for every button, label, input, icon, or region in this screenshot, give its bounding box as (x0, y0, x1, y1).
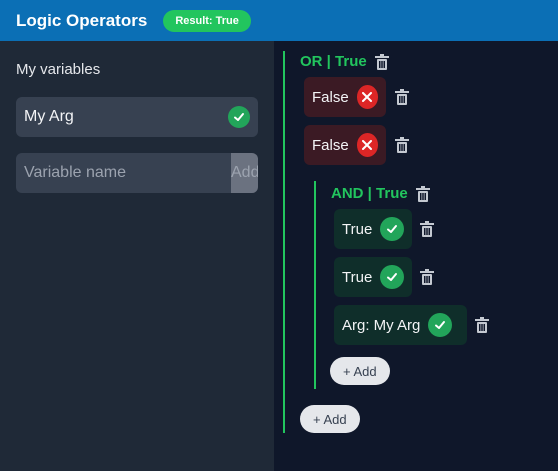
app-header: Logic Operators Result: True (0, 0, 558, 41)
and-group-label: AND | True (331, 185, 408, 202)
trash-icon[interactable] (415, 185, 430, 202)
condition-false[interactable]: False (304, 125, 386, 165)
sidebar-heading: My variables (16, 61, 101, 78)
condition-true[interactable]: True (334, 257, 412, 297)
add-variable-button[interactable]: Add (231, 153, 258, 193)
x-icon[interactable] (356, 133, 378, 157)
variable-name-input[interactable] (16, 153, 231, 193)
condition-label: False (312, 136, 349, 154)
condition-label: True (342, 220, 373, 238)
or-group-header: OR | True (300, 53, 389, 70)
or-group-label: OR | True (300, 53, 367, 70)
condition-label: False (312, 88, 349, 106)
check-icon[interactable] (380, 217, 404, 241)
x-icon[interactable] (356, 85, 378, 109)
add-variable-form: Add (16, 153, 258, 193)
condition-true[interactable]: True (334, 209, 412, 249)
logic-tree-panel: OR | True False False AND | True True Tr… (274, 41, 558, 471)
trash-icon[interactable] (374, 53, 389, 70)
and-group-header: AND | True (331, 185, 430, 202)
condition-arg[interactable]: Arg: My Arg (334, 305, 467, 345)
variable-name: My Arg (24, 108, 74, 125)
and-group-line (314, 181, 316, 389)
condition-label: Arg: My Arg (342, 316, 421, 334)
trash-icon[interactable] (420, 269, 434, 285)
and-add-button[interactable]: + Add (330, 357, 390, 385)
condition-label: True (342, 268, 373, 286)
trash-icon[interactable] (420, 221, 434, 237)
variable-item[interactable]: My Arg (16, 97, 258, 137)
check-icon[interactable] (228, 106, 250, 128)
app-title: Logic Operators (16, 10, 148, 30)
or-group-line (283, 51, 285, 433)
trash-icon[interactable] (395, 89, 409, 105)
check-icon[interactable] (428, 313, 453, 337)
or-add-button[interactable]: + Add (300, 405, 360, 433)
trash-icon[interactable] (475, 317, 489, 333)
result-badge: Result: True (163, 9, 251, 32)
check-icon[interactable] (380, 265, 404, 289)
condition-false[interactable]: False (304, 77, 386, 117)
variables-sidebar: My variables My Arg Add (0, 41, 274, 471)
trash-icon[interactable] (395, 137, 409, 153)
